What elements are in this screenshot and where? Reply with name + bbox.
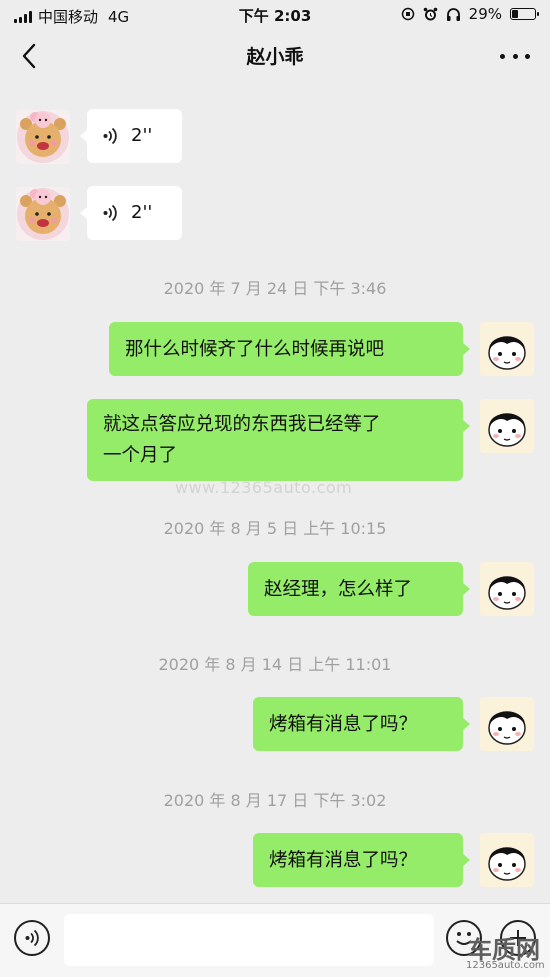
message-line: 就这点答应兑现的东西我已经等了	[103, 414, 381, 435]
voice-input-button[interactable]	[14, 920, 50, 956]
message-bubble[interactable]: 赵经理，怎么样了	[248, 562, 470, 616]
message-bubble[interactable]: 烤箱有消息了吗？	[253, 833, 470, 887]
battery-percent: 29%	[468, 5, 502, 23]
battery-icon	[510, 8, 539, 20]
avatar[interactable]	[16, 187, 70, 241]
more-dots-icon	[500, 53, 505, 59]
avatar[interactable]	[480, 833, 534, 887]
voice-wave-icon	[25, 929, 39, 947]
boy-avatar-icon	[488, 576, 526, 610]
voice-message-bubble[interactable]: 2''	[80, 186, 182, 240]
avatar[interactable]	[16, 110, 70, 164]
more-button[interactable]	[500, 44, 530, 68]
message-timestamp: 2020 年 8 月 5 日 上午 10:15	[163, 519, 387, 538]
nav-bar: 赵小乖	[0, 30, 550, 82]
avatar[interactable]	[480, 399, 534, 453]
bear-avatar-icon	[17, 188, 69, 240]
message-bubble[interactable]: 烤箱有消息了吗？	[253, 697, 470, 751]
boy-avatar-icon	[488, 413, 526, 447]
boy-avatar-icon	[488, 336, 526, 370]
voice-duration: 2''	[131, 125, 153, 146]
voice-message-bubble[interactable]: 2''	[80, 109, 182, 163]
voice-wave-icon	[103, 204, 117, 221]
watermark: www.12365auto.com	[175, 478, 353, 497]
boy-avatar-icon	[488, 847, 526, 881]
voice-message: 2''	[103, 120, 166, 151]
message-bubble[interactable]: 那什么时候齐了什么时候再说吧	[109, 322, 470, 376]
headphones-icon	[446, 7, 460, 21]
alarm-icon	[423, 7, 437, 20]
message-bubble[interactable]: 就这点答应兑现的东西我已经等了 一个月了	[87, 399, 470, 481]
site-logo: 车质网 12365auto.com	[460, 930, 550, 977]
message-line: 一个月了	[103, 445, 178, 466]
message-timestamp: 2020 年 8 月 17 日 下午 3:02	[163, 791, 387, 810]
logo-url: 12365auto.com	[466, 960, 545, 971]
message-timestamp: 2020 年 7 月 24 日 下午 3:46	[163, 279, 387, 298]
avatar[interactable]	[480, 322, 534, 376]
orientation-lock-icon	[401, 7, 414, 21]
voice-wave-icon	[103, 127, 117, 144]
status-right: 29%	[401, 5, 539, 23]
status-bar: 中国移动 4G 下午 2:03 29%	[0, 0, 550, 30]
message-input[interactable]	[64, 914, 434, 966]
voice-message: 2''	[103, 197, 166, 228]
voice-duration: 2''	[131, 202, 153, 223]
boy-avatar-icon	[488, 711, 526, 745]
avatar[interactable]	[480, 697, 534, 751]
chat-title: 赵小乖	[246, 46, 304, 68]
avatar[interactable]	[480, 562, 534, 616]
message-timestamp: 2020 年 8 月 14 日 上午 11:01	[158, 655, 392, 674]
bear-avatar-icon	[17, 111, 69, 163]
